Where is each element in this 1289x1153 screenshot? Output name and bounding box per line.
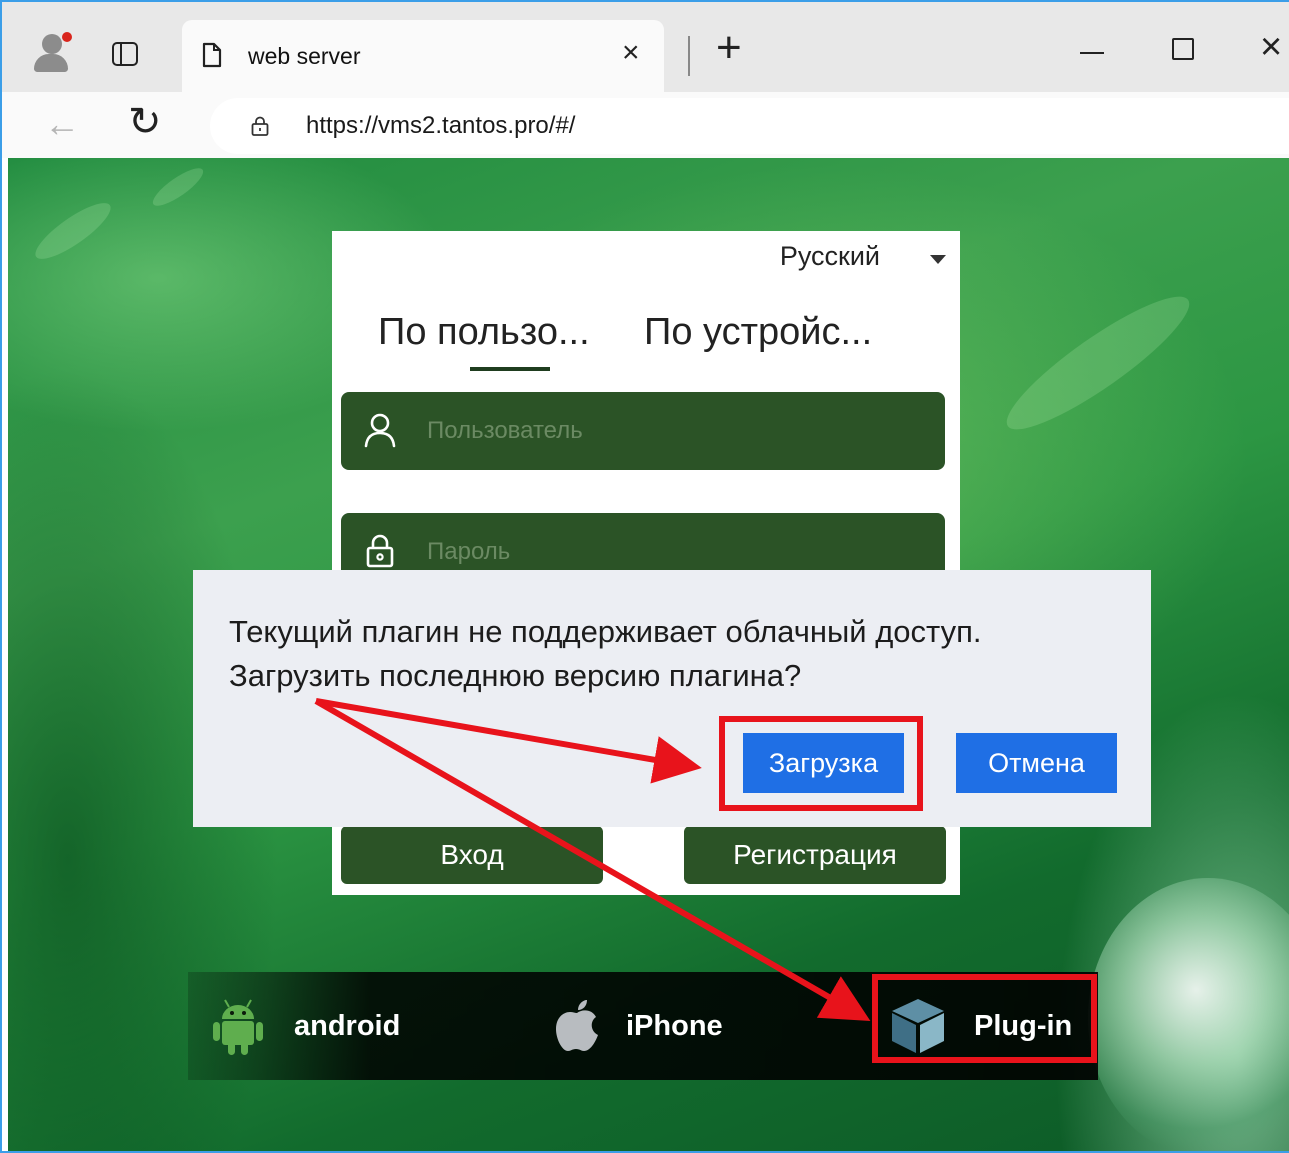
annotation-arrows [314,698,871,1021]
